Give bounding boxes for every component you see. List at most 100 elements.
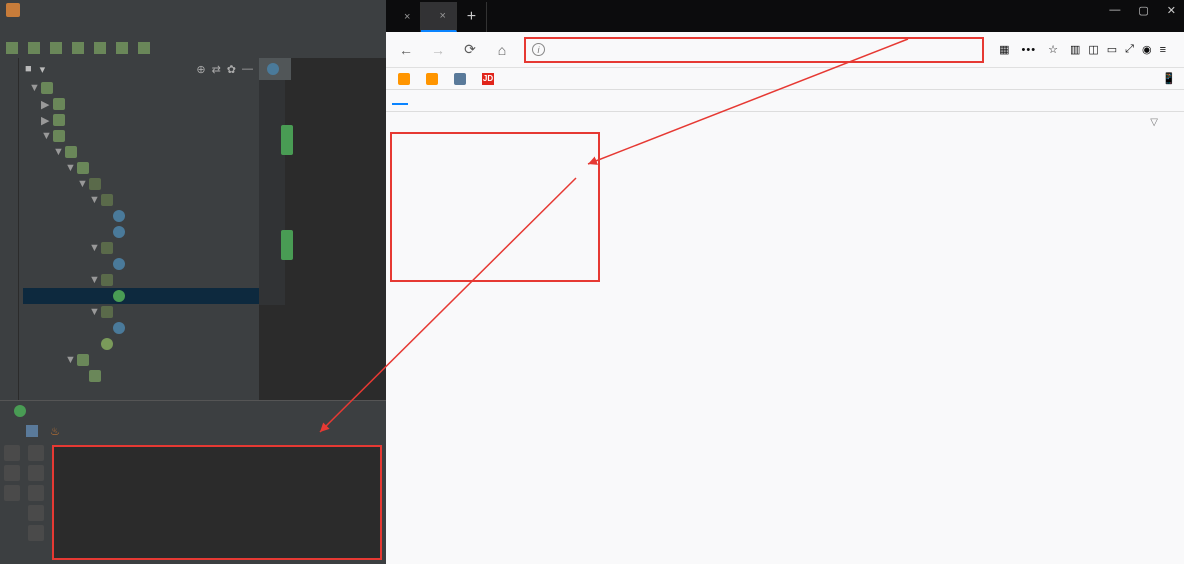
endpoints-tab[interactable]: ♨ [50, 425, 64, 438]
window-controls: — ▢ ✕ [1064, 0, 1184, 20]
project-tree[interactable]: ▼ ▶ ▶ ▼ ▼ ▼ ▼ ▼ ▼ ▼ ▼ ▼ [19, 80, 259, 400]
down2-icon[interactable] [28, 465, 44, 481]
mobile-bookmarks[interactable]: 📱 [1162, 72, 1176, 85]
console-output[interactable] [52, 445, 382, 560]
ide-app-icon [6, 3, 20, 17]
folder-icon [454, 73, 466, 85]
down-icon[interactable] [4, 485, 20, 501]
breadcrumb [0, 38, 386, 58]
devtools-tabs [386, 90, 1184, 112]
json-tab[interactable] [392, 97, 408, 105]
gutter-marker-icon [281, 125, 293, 155]
bookmark-item[interactable]: JD [478, 73, 502, 85]
wrap-icon[interactable] [28, 485, 44, 501]
class-icon [267, 63, 279, 75]
menu-refactor[interactable] [78, 28, 88, 30]
qr-icon[interactable]: ▦ [999, 43, 1009, 56]
folder-icon [138, 42, 150, 54]
folder-icon [6, 42, 18, 54]
editor-tabs [259, 58, 386, 80]
close-icon[interactable]: ✕ [1167, 4, 1176, 17]
folder-icon [28, 42, 40, 54]
line-numbers [259, 80, 285, 305]
rerun-icon[interactable] [4, 445, 20, 461]
console-tab[interactable] [26, 425, 42, 437]
menu-tools[interactable] [114, 28, 124, 30]
screenshot-icon[interactable]: ⤢ [1125, 43, 1134, 56]
json-toolbar: ▽ [386, 112, 1184, 132]
page-actions-icon[interactable]: ••• [1022, 44, 1037, 56]
browser-tabs: × × + [386, 0, 1064, 32]
editor-breadcrumb [259, 305, 386, 323]
jd-icon: JD [482, 73, 494, 85]
clear-icon[interactable] [28, 525, 44, 541]
sidebar-icon[interactable]: ◫ [1088, 43, 1098, 56]
account-icon[interactable]: ▭ [1107, 43, 1117, 56]
minimize-icon[interactable]: — [1109, 4, 1120, 16]
library-icon[interactable]: ▥ [1070, 43, 1080, 56]
raw-tab[interactable] [410, 98, 426, 104]
back-button[interactable]: ← [396, 40, 416, 60]
close-icon[interactable]: × [439, 10, 445, 22]
menu-analyze[interactable] [66, 28, 76, 30]
close-icon[interactable]: × [404, 11, 410, 23]
folder-icon [50, 42, 62, 54]
run-icon [14, 405, 26, 417]
bookmark-star-icon[interactable]: ☆ [1048, 43, 1058, 56]
menu-navigate[interactable] [42, 28, 52, 30]
bookmark-item[interactable] [422, 73, 446, 85]
bookmark-item[interactable] [450, 73, 474, 85]
bookmark-item[interactable] [394, 73, 418, 85]
menu-file[interactable] [6, 28, 16, 30]
browser-tab-1[interactable]: × [386, 2, 421, 32]
menu-bar [0, 20, 386, 38]
editor-tab-active[interactable] [259, 58, 291, 80]
terminal-icon [26, 425, 38, 437]
locate-icon[interactable]: ⇄ [212, 63, 221, 76]
left-tool-strip [0, 58, 19, 400]
settings-icon[interactable]: ✿ [227, 63, 236, 76]
menu-build[interactable] [90, 28, 100, 30]
address-bar[interactable]: i [524, 37, 984, 63]
run-header [0, 401, 386, 421]
folder-icon [72, 42, 84, 54]
menu-run[interactable] [102, 28, 112, 30]
code-text[interactable] [285, 80, 386, 305]
maximize-icon[interactable]: ▢ [1138, 4, 1148, 17]
run-toolbar-left2 [24, 441, 48, 564]
run-panel: ♨ [0, 400, 386, 564]
folder-icon [94, 42, 106, 54]
up-icon[interactable] [28, 445, 44, 461]
extension-icon[interactable]: ◉ [1142, 43, 1152, 56]
home-button[interactable]: ⌂ [492, 40, 512, 60]
browser-tab-2[interactable]: × [421, 2, 456, 32]
new-tab-button[interactable]: + [457, 2, 487, 32]
run-tabs: ♨ [0, 421, 386, 441]
project-header: ■▾ ⊕⇄✿— [19, 58, 259, 80]
browser-window: × × + — ▢ ✕ ← → ⟳ ⌂ i ▦ ••• ☆ ▥ ◫ ▭ ⤢ ◉ … [386, 0, 1184, 564]
ide-window: ■▾ ⊕⇄✿— ▼ ▶ ▶ ▼ ▼ ▼ ▼ ▼ ▼ ▼ ▼ [0, 0, 386, 564]
browser-toolbar: ← → ⟳ ⌂ i ▦ ••• ☆ ▥ ◫ ▭ ⤢ ◉ ≡ [386, 32, 1184, 68]
menu-code[interactable] [54, 28, 64, 30]
collapse-icon[interactable]: ⊕ [196, 63, 205, 76]
reload-button[interactable]: ⟳ [460, 40, 480, 60]
json-response[interactable] [390, 132, 600, 282]
ide-title-bar [0, 0, 386, 20]
headers-tab[interactable] [428, 98, 444, 104]
editor-area [259, 58, 386, 400]
info-icon[interactable]: i [532, 43, 545, 56]
print-icon[interactable] [28, 505, 44, 521]
firefox-icon [426, 73, 438, 85]
bookmarks-bar: JD 📱 [386, 68, 1184, 90]
forward-button[interactable]: → [428, 40, 448, 60]
run-toolbar-left1 [0, 441, 24, 564]
hide-icon[interactable]: — [242, 63, 253, 76]
menu-icon[interactable]: ≡ [1160, 44, 1166, 56]
gutter-marker-icon [281, 230, 293, 260]
filter-icon: ▽ [1146, 117, 1162, 128]
stop-icon[interactable] [4, 465, 20, 481]
firefox-icon [398, 73, 410, 85]
folder-icon [116, 42, 128, 54]
menu-edit[interactable] [18, 28, 28, 30]
menu-view[interactable] [30, 28, 40, 30]
